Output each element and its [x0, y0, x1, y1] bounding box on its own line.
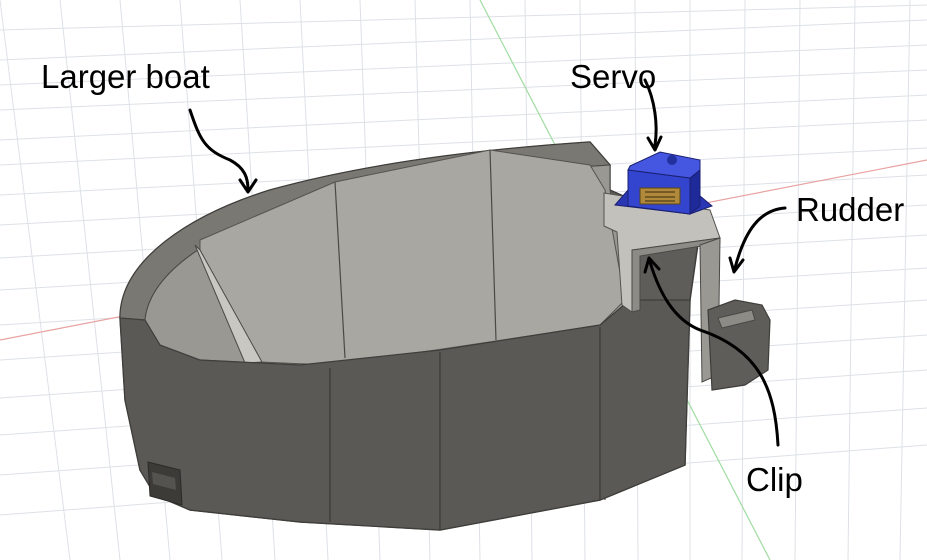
larger-boat-arrow [188, 108, 250, 192]
rudder-label: Rudder [796, 191, 905, 228]
larger-boat-label: Larger boat [41, 58, 210, 95]
servo-motor [614, 151, 713, 216]
cad-viewport[interactable]: Larger boat Servo Rudder Clip [0, 0, 927, 560]
servo-label: Servo [570, 58, 657, 95]
clip-label: Clip [746, 461, 803, 498]
